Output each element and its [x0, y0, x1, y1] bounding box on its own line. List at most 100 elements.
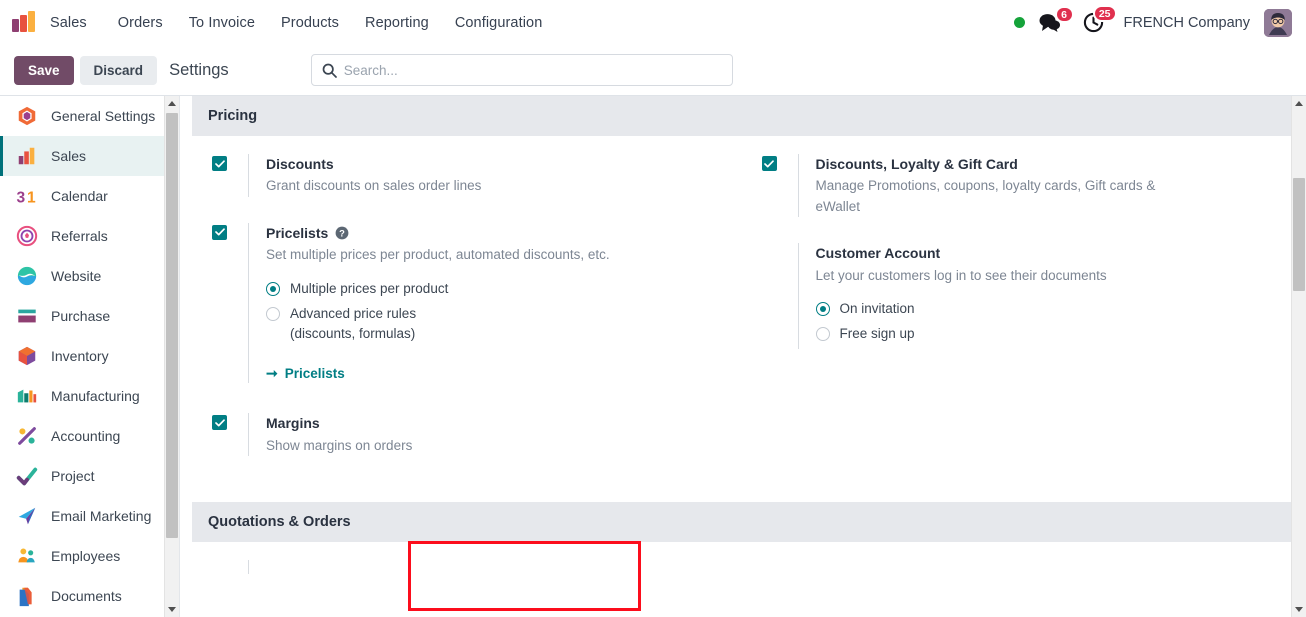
nav-item-orders[interactable]: Orders [105, 9, 176, 37]
purchase-icon [16, 305, 38, 327]
sidebar-item-project[interactable]: Project [0, 456, 179, 496]
main-scroll-down-arrow[interactable] [1292, 602, 1306, 617]
radio-label-multiple-prices: Multiple prices per product [290, 280, 449, 296]
sidebar-item-general-settings[interactable]: General Settings [0, 96, 179, 136]
pricing-settings-grid: Discounts Grant discounts on sales order… [192, 136, 1291, 482]
documents-icon [16, 585, 38, 607]
nav-item-products[interactable]: Products [268, 9, 352, 37]
general-settings-icon [16, 105, 38, 127]
sidebar-scroll-down-arrow[interactable] [165, 602, 179, 617]
sidebar-item-website[interactable]: Website [0, 256, 179, 296]
discard-button[interactable]: Discard [79, 55, 158, 85]
sidebar-scroll-up-arrow[interactable] [165, 96, 179, 111]
main-scrollbar[interactable] [1291, 96, 1306, 617]
messages-menu[interactable]: 6 [1039, 6, 1074, 32]
checkmark-icon [214, 228, 225, 236]
pricelists-link-label: Pricelists [284, 366, 345, 382]
sidebar-item-referrals[interactable]: Referrals [0, 216, 179, 256]
quotations-checkbox-slot [212, 560, 248, 574]
sidebar-item-label: Sales [51, 148, 87, 164]
manufacturing-icon [16, 385, 38, 407]
pricelists-option-advanced-rules[interactable]: Advanced price rules (discounts, formula… [266, 304, 718, 346]
settings-main: Pricing Discounts Grant discounts on sal… [180, 96, 1306, 617]
sidebar-item-label: General Settings [51, 108, 156, 124]
pricelists-radio-group: Multiple prices per product Advanced pri… [266, 279, 718, 346]
sidebar-scrollbar[interactable] [164, 96, 179, 617]
pricelists-checkbox[interactable] [212, 224, 227, 240]
main-scroll-up-arrow[interactable] [1292, 96, 1306, 111]
presence-online-dot[interactable] [1013, 17, 1025, 28]
sidebar-item-employees[interactable]: Employees [0, 536, 179, 576]
nav-item-configuration[interactable]: Configuration [442, 9, 556, 37]
sidebar-item-label: Referrals [51, 228, 108, 244]
logo-bar-3 [27, 10, 35, 32]
setting-loyalty: Discounts, Loyalty & Gift Card Manage Pr… [742, 154, 1292, 218]
sidebar-item-email-marketing[interactable]: Email Marketing [0, 496, 179, 536]
discounts-checkbox[interactable] [212, 156, 227, 171]
search-icon [322, 63, 337, 78]
inventory-icon [16, 345, 38, 367]
sidebar-item-label: Manufacturing [51, 388, 140, 404]
sales-bars-logo[interactable] [6, 6, 40, 40]
radio-on-invitation[interactable] [815, 302, 830, 317]
main-scroll-thumb[interactable] [1293, 178, 1305, 291]
customer-account-title: Customer Account [815, 245, 941, 262]
sidebar-scroll-thumb[interactable] [166, 113, 178, 538]
margins-checkbox[interactable] [212, 415, 227, 431]
help-question-icon[interactable]: ? [335, 226, 349, 240]
margins-title: Margins [266, 415, 320, 432]
activities-menu[interactable]: 25 [1083, 5, 1117, 33]
sidebar-item-label: Employees [51, 548, 121, 564]
user-avatar[interactable] [1264, 8, 1292, 37]
settings-sidebar: General Settings Sales 3 1 Calendar Referrals… [0, 96, 180, 617]
sidebar-item-documents[interactable]: Documents [0, 576, 179, 616]
customer-account-option-on-invitation[interactable]: On invitation [815, 299, 1268, 320]
search-input[interactable] [343, 62, 722, 78]
pricing-left-column: Discounts Grant discounts on sales order… [192, 136, 742, 482]
pricelists-option-multiple-prices[interactable]: Multiple prices per product [266, 279, 718, 300]
discounts-checkbox-slot [212, 154, 248, 171]
loyalty-checkbox[interactable] [761, 156, 777, 171]
svg-text:1: 1 [27, 189, 36, 206]
margins-checkbox-slot [212, 413, 248, 431]
setting-margins: Margins Show margins on orders [192, 413, 742, 457]
company-switcher[interactable]: FRENCH Company [1124, 15, 1251, 31]
nav-item-to-invoice[interactable]: To Invoice [176, 9, 268, 37]
avatar-image [1264, 8, 1292, 37]
logo-bar-2 [19, 14, 27, 32]
radio-advanced-rules[interactable] [266, 306, 280, 321]
sidebar-item-label: Accounting [51, 428, 121, 444]
sidebar-list: General Settings Sales 3 1 Calendar Referrals… [0, 96, 179, 616]
nav-item-reporting[interactable]: Reporting [352, 9, 442, 37]
save-button[interactable]: Save [14, 55, 74, 85]
sidebar-item-calendar[interactable]: 3 1 Calendar [0, 176, 179, 216]
logo-bar-1 [11, 18, 19, 32]
nav-brand-sales[interactable]: Sales [46, 9, 105, 37]
website-icon [16, 265, 38, 287]
search-box[interactable] [310, 54, 733, 86]
radio-free-sign-up[interactable] [815, 327, 830, 342]
pricelists-body: Pricelists ? Set multiple prices per pro… [248, 222, 718, 384]
sidebar-item-sales[interactable]: Sales [0, 136, 179, 176]
sidebar-item-label: Project [51, 468, 95, 484]
navbar-right-tools: 6 25 FRENCH Company [1013, 5, 1297, 37]
sidebar-item-accounting[interactable]: Accounting [0, 416, 179, 456]
setting-customer-account: Customer Account Let your customers log … [742, 243, 1292, 349]
customer-account-option-free-sign-up[interactable]: Free sign up [815, 324, 1268, 345]
checkmark-icon [214, 159, 225, 167]
checkmark-icon [214, 419, 225, 427]
sidebar-item-inventory[interactable]: Inventory [0, 336, 179, 376]
pricelists-link[interactable]: ➞ Pricelists [266, 365, 345, 382]
pricelists-checkbox-slot [212, 223, 248, 240]
svg-text:?: ? [339, 227, 345, 238]
pricelists-description: Set multiple prices per product, automat… [266, 247, 610, 263]
sidebar-item-label: Inventory [51, 348, 109, 364]
sidebar-item-purchase[interactable]: Purchase [0, 296, 179, 336]
radio-multiple-prices[interactable] [266, 281, 280, 296]
activities-badge: 25 [1092, 5, 1117, 22]
referrals-icon [16, 225, 38, 247]
discounts-title: Discounts [266, 156, 334, 172]
sidebar-item-manufacturing[interactable]: Manufacturing [0, 376, 179, 416]
customer-account-body: Customer Account Let your customers log … [797, 243, 1268, 349]
pricing-right-column: Discounts, Loyalty & Gift Card Manage Pr… [742, 136, 1292, 482]
